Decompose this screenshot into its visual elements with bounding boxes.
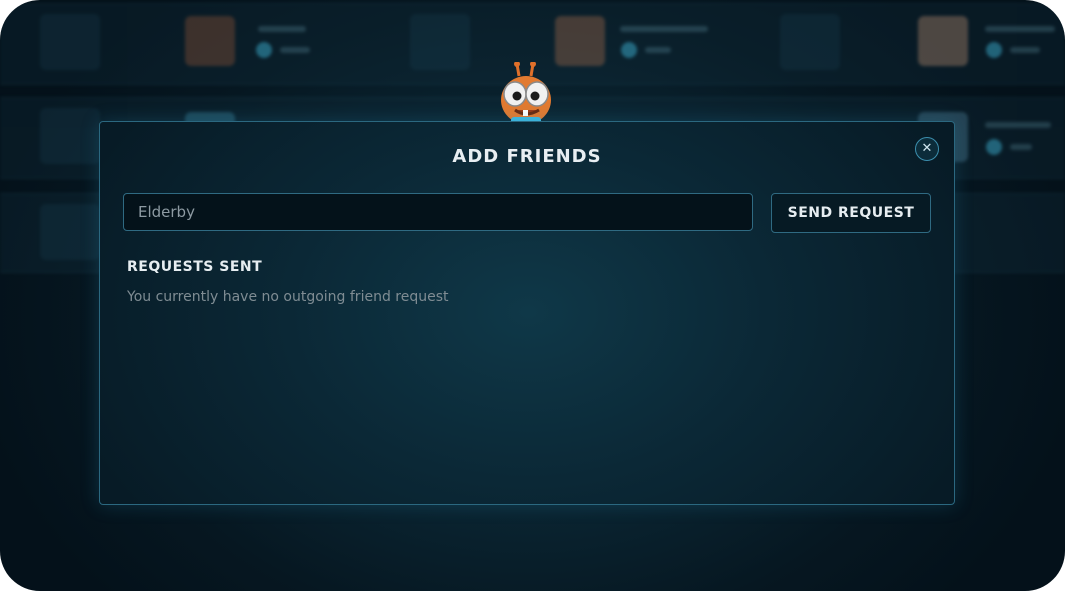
requests-sent-heading: REQUESTS SENT — [127, 259, 263, 275]
send-request-button[interactable]: SEND REQUEST — [771, 193, 931, 233]
modal-title: ADD FRIENDS — [452, 146, 602, 167]
close-icon: ✕ — [921, 141, 933, 156]
friend-search-input[interactable] — [123, 193, 753, 231]
add-friends-modal: ADD FRIENDS ✕ SEND REQUEST REQUESTS SENT… — [99, 121, 955, 505]
mascot-icon — [501, 62, 551, 126]
close-button[interactable]: ✕ — [915, 137, 939, 161]
empty-requests-message: You currently have no outgoing friend re… — [127, 289, 449, 305]
app-window: ADD FRIENDS ✕ SEND REQUEST REQUESTS SENT… — [0, 0, 1065, 591]
